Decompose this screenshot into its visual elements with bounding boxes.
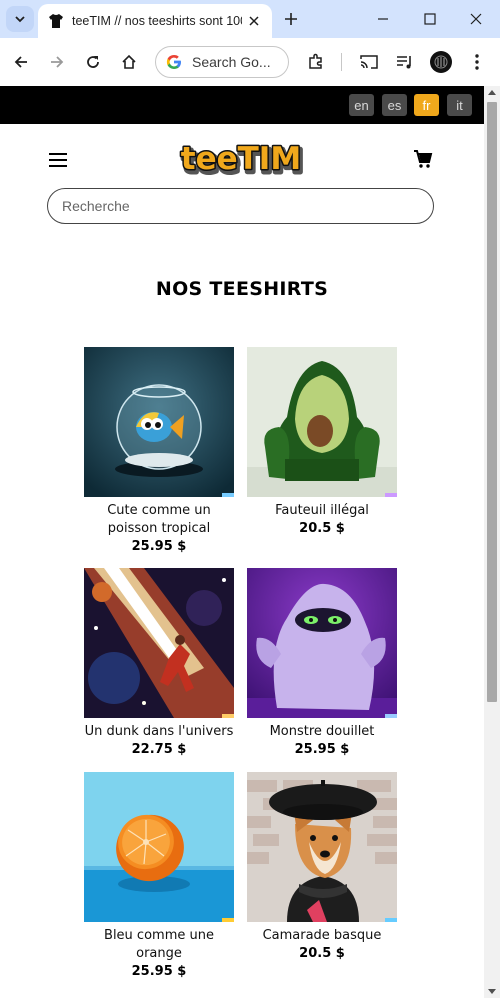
tshirt-favicon-icon [49,14,63,28]
product-name[interactable]: Bleu comme une orange [84,927,234,963]
product-image[interactable] [84,772,234,922]
minimize-icon[interactable] [371,7,395,31]
product-price: 25.95 $ [294,742,350,757]
product-price: 20.5 $ [299,521,345,536]
address-bar[interactable]: Search Go... [155,46,289,78]
avocado-armchair-image [247,347,397,497]
lang-fr-button[interactable]: fr [414,94,439,116]
product-name[interactable]: Fauteuil illégal [247,502,397,520]
svg-text:teeTIM: teeTIM [181,141,301,177]
reload-icon[interactable] [80,49,106,75]
product-image[interactable] [247,568,397,718]
product-image[interactable] [247,772,397,922]
product-card[interactable]: Cute comme un poisson tropical 25.95 $ [84,347,234,556]
profile-avatar[interactable] [430,51,452,73]
browser-tab[interactable]: teeTIM // nos teeshirts sont 100 [38,4,272,38]
product-name[interactable]: Camarade basque [247,927,397,945]
shopping-cart-icon[interactable] [413,149,433,169]
google-icon [166,55,181,69]
page-viewport: en es fr it teeTIM teeTIM NOS TEESHIRTS [0,86,484,998]
tab-search-icon[interactable] [6,6,34,32]
product-price: 20.5 $ [299,946,345,961]
product-price: 25.95 $ [131,964,187,979]
close-icon[interactable] [246,13,262,29]
product-card[interactable]: Bleu comme une orange 25.95 $ [84,772,234,981]
hamburger-menu-icon[interactable] [49,153,67,167]
forward-icon[interactable] [44,49,70,75]
cast-icon[interactable] [356,49,382,75]
menu-dots-icon[interactable] [464,49,490,75]
product-image[interactable] [247,347,397,497]
product-name[interactable]: Un dunk dans l'univers [84,723,234,741]
product-name[interactable]: Monstre douillet [247,723,397,741]
section-title: NOS TEESHIRTS [155,278,329,300]
shiba-beret-image [247,772,397,922]
page-scrollbar[interactable] [484,86,500,998]
scroll-down-icon[interactable] [488,989,496,994]
product-price: 22.75 $ [131,742,187,757]
new-tab-icon[interactable] [280,8,302,30]
product-card[interactable]: Fauteuil illégal 20.5 $ [247,347,397,538]
back-icon[interactable] [8,49,34,75]
tab-title: teeTIM // nos teeshirts sont 100 [72,14,242,28]
maximize-icon[interactable] [418,7,442,31]
language-bar: en es fr it [0,86,484,124]
scrollbar-thumb[interactable] [487,102,497,702]
browser-toolbar: Search Go... [0,38,500,86]
omnibox-text: Search Go... [192,54,271,70]
product-card[interactable]: Camarade basque 20.5 $ [247,772,397,963]
product-image[interactable] [84,568,234,718]
lang-es-button[interactable]: es [382,94,407,116]
browser-tab-strip: teeTIM // nos teeshirts sont 100 [0,0,500,38]
toolbar-divider [341,53,342,71]
fish-in-bowl-image [84,347,234,497]
window-close-icon[interactable] [464,7,488,31]
space-dunk-image [84,568,234,718]
product-card[interactable]: Monstre douillet 25.95 $ [247,568,397,759]
product-price: 25.95 $ [131,539,187,554]
fluffy-monster-image [247,568,397,718]
lang-it-button[interactable]: it [447,94,472,116]
home-icon[interactable] [116,49,142,75]
lang-en-button[interactable]: en [349,94,374,116]
product-card[interactable]: Un dunk dans l'univers 22.75 $ [84,568,234,759]
orange-on-blue-image [84,772,234,922]
search-input[interactable] [47,188,434,224]
product-name[interactable]: Cute comme un poisson tropical [84,502,234,538]
scroll-up-icon[interactable] [488,90,496,95]
site-logo[interactable]: teeTIM teeTIM [178,133,304,180]
media-icon[interactable] [392,49,418,75]
extensions-icon[interactable] [303,49,329,75]
product-image[interactable] [84,347,234,497]
